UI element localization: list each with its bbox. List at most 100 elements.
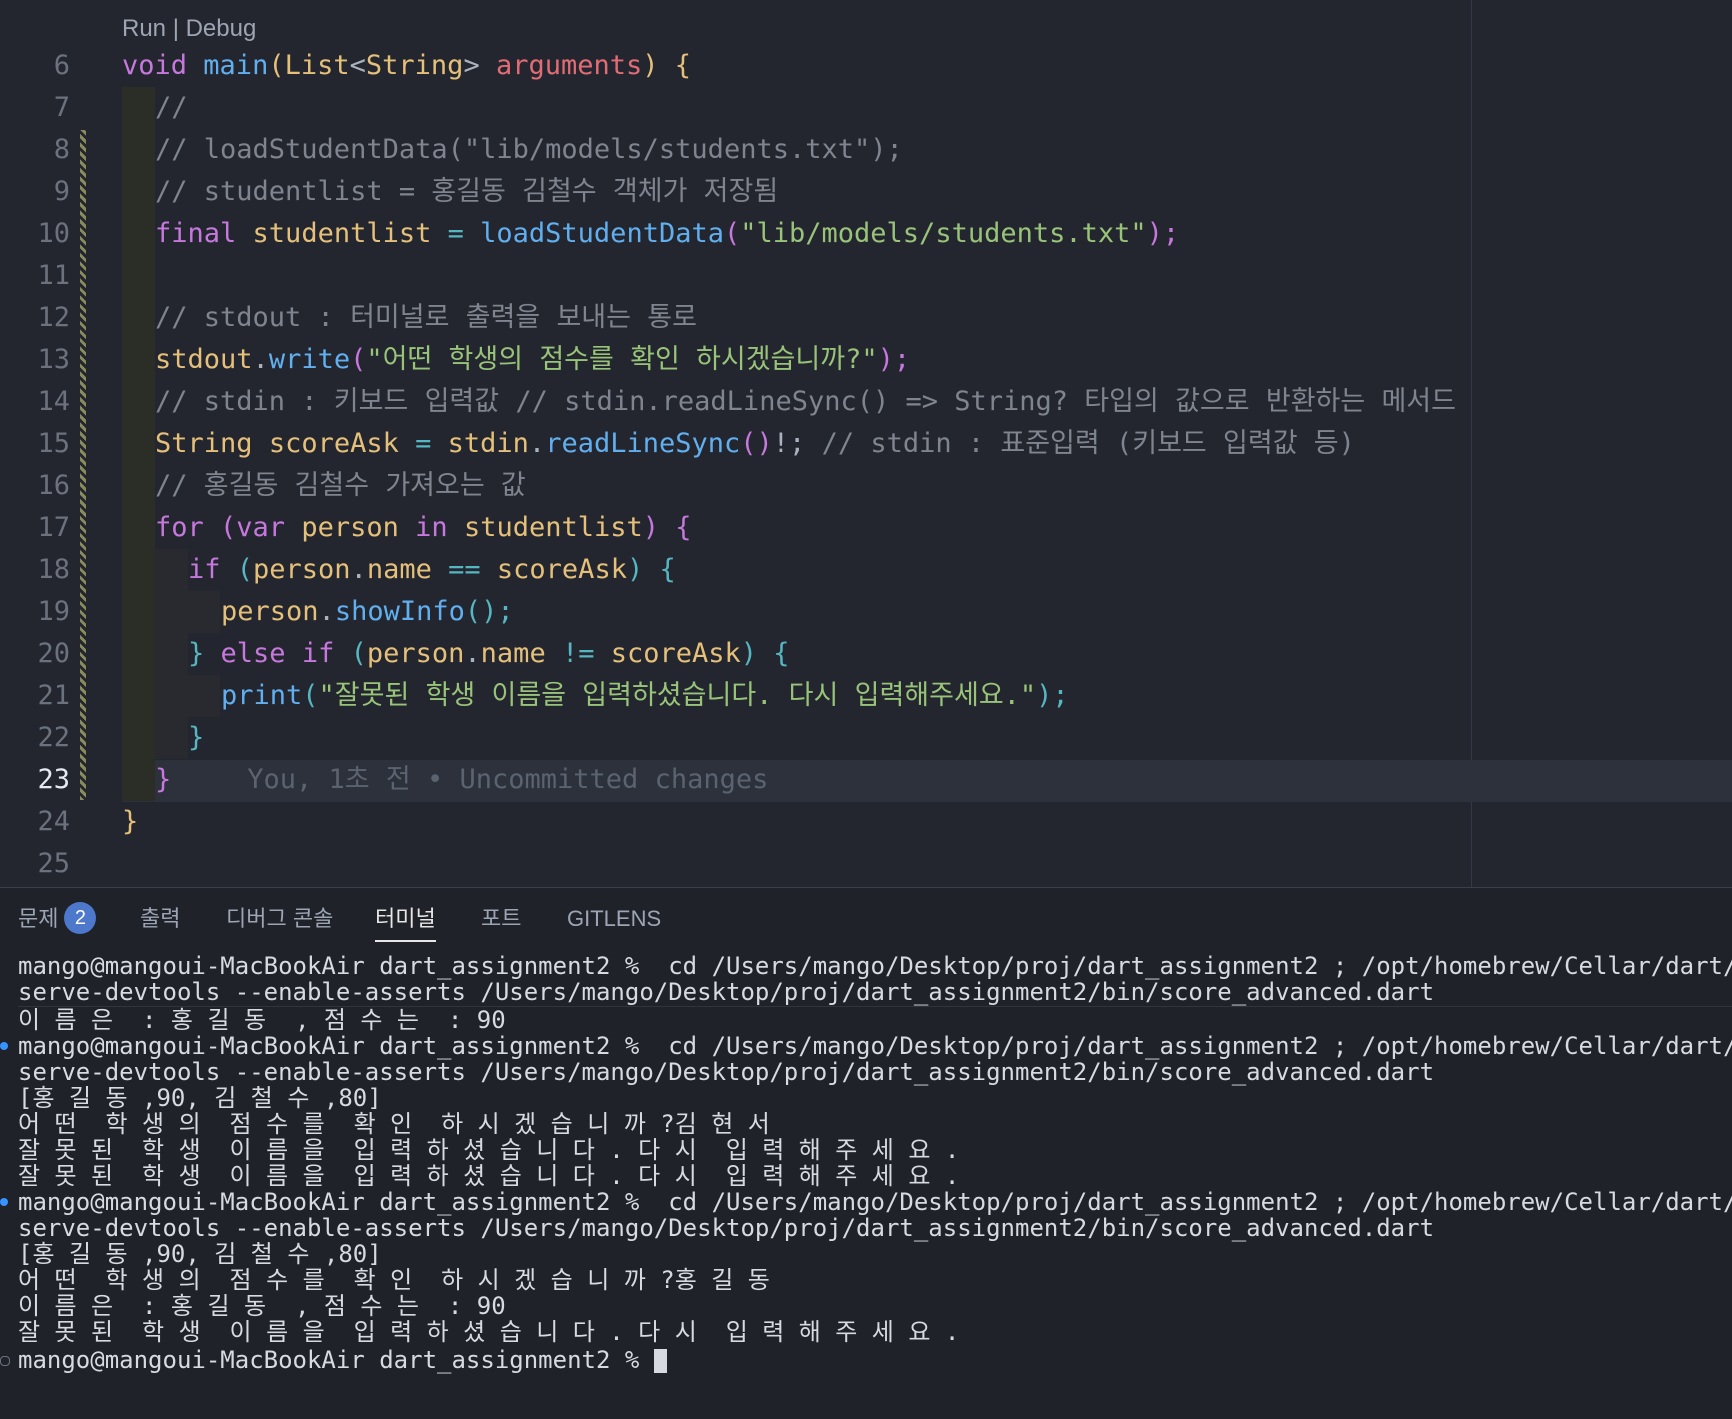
code-line[interactable]: 9 // studentlist = 홍길동 김철수 객체가 저장됨 xyxy=(0,171,1732,213)
code-token: readLineSync xyxy=(545,428,741,459)
code-token: (); xyxy=(464,596,514,627)
code-text: } else if (person.name != scoreAsk) { xyxy=(188,633,790,675)
terminal-text: mango@mangoui-MacBookAir dart_assignment… xyxy=(18,1032,1732,1060)
panel-tabs: 문제 2 출력 디버그 콘솔 터미널 포트 GITLENS xyxy=(0,888,1732,950)
code-line[interactable]: 11 xyxy=(0,255,1732,297)
tab-ports[interactable]: 포트 xyxy=(481,888,521,950)
code-text: // 홍길동 김철수 가져오는 값 xyxy=(155,465,526,507)
code-text: } xyxy=(188,717,204,759)
code-line[interactable]: 21 print("잘못된 학생 이름을 입력하셨습니다. 다시 입력해주세요."… xyxy=(0,675,1732,717)
tab-terminal[interactable]: 터미널 xyxy=(375,888,436,950)
terminal-output-line: serve-devtools --enable-asserts /Users/m… xyxy=(18,1058,1732,1086)
code-line[interactable]: 7 // xyxy=(0,87,1732,129)
terminal-text: serve-devtools --enable-asserts /Users/m… xyxy=(18,1058,1435,1086)
indent-guide xyxy=(122,759,155,801)
code-line[interactable]: 16 // 홍길동 김철수 가져오는 값 xyxy=(0,465,1732,507)
line-number: 20 xyxy=(37,638,70,669)
line-number: 16 xyxy=(37,470,70,501)
code-token: main xyxy=(203,50,269,81)
code-token: person xyxy=(221,596,319,627)
command-decoration-icon[interactable] xyxy=(0,1198,8,1206)
code-text: stdout.write("어떤 학생의 점수를 확인 하시겠습니까?"); xyxy=(155,339,910,381)
code-text: // studentlist = 홍길동 김철수 객체가 저장됨 xyxy=(155,171,778,213)
line-number: 24 xyxy=(37,806,70,837)
code-token: // loadStudentData("lib/models/students.… xyxy=(155,134,903,165)
code-text: } You, 1초 전 • Uncommitted changes xyxy=(155,759,768,801)
code-line[interactable]: 12 // stdout : 터미널로 출력을 보내는 통로 xyxy=(0,297,1732,339)
indent-guide xyxy=(122,507,155,549)
code-token: List xyxy=(284,50,350,81)
code-token: write xyxy=(268,344,351,375)
code-line[interactable]: 17 for (var person in studentlist) { xyxy=(0,507,1732,549)
terminal-text: [홍 길 동 ,90, 김 철 수 ,80] xyxy=(18,1084,382,1112)
code-line[interactable]: 23} You, 1초 전 • Uncommitted changes xyxy=(0,759,1732,801)
terminal-prompt-line: mango@mangoui-MacBookAir dart_assignment… xyxy=(18,1188,1732,1216)
code-token: "lib/models/students.txt" xyxy=(740,218,1147,249)
indent-guide xyxy=(122,87,155,129)
terminal-text: 잘 못 된 학 생 이 름 을 입 력 하 셨 습 니 다 . 다 시 입 력 … xyxy=(18,1162,960,1190)
line-number: 14 xyxy=(37,386,70,417)
terminal-text: mango@mangoui-MacBookAir dart_assignment… xyxy=(18,952,1732,980)
code-text: for (var person in studentlist) { xyxy=(155,507,692,549)
indent-guide xyxy=(154,717,188,759)
code-token: // stdin : 키보드 입력값 // stdin.readLineSync… xyxy=(155,386,1456,417)
code-token: < xyxy=(349,50,366,81)
code-line[interactable]: 14 // stdin : 키보드 입력값 // stdin.readLineSy… xyxy=(0,381,1732,423)
indent-guide xyxy=(122,381,155,423)
code-token: ); xyxy=(877,344,911,375)
terminal-text: [홍 길 동 ,90, 김 철 수 ,80] xyxy=(18,1240,382,1268)
command-decoration-icon[interactable] xyxy=(0,1356,10,1366)
terminal-text: 어 떤 학 생 의 점 수 를 확 인 하 시 겠 습 니 까 ?홍 길 동 xyxy=(18,1266,770,1294)
terminal-output[interactable]: mango@mangoui-MacBookAir dart_assignment… xyxy=(0,952,1732,1419)
code-token: { xyxy=(659,554,676,585)
code-line[interactable]: 10 final studentlist = loadStudentData("l… xyxy=(0,213,1732,255)
code-token: = xyxy=(398,428,448,459)
line-number: 10 xyxy=(37,218,70,249)
indent-guide xyxy=(122,213,155,255)
tab-problems[interactable]: 문제 2 xyxy=(18,888,97,950)
code-token: ( xyxy=(723,218,741,249)
tab-debug-console[interactable]: 디버그 콘솔 xyxy=(226,888,333,950)
bottom-panel: 문제 2 출력 디버그 콘솔 터미널 포트 GITLENS mango@mango… xyxy=(0,887,1732,1419)
code-token: . xyxy=(528,428,546,459)
code-line[interactable]: 15 String scoreAsk = stdin.readLineSync()… xyxy=(0,423,1732,465)
code-token: != xyxy=(545,638,611,669)
code-line[interactable]: 18 if (person.name == scoreAsk) { xyxy=(0,549,1732,591)
code-token: if xyxy=(301,638,335,669)
code-token: } xyxy=(188,638,205,669)
indent-guide xyxy=(154,675,188,717)
command-decoration-icon[interactable] xyxy=(0,1042,8,1050)
code-line[interactable]: 6 void main(List<String> arguments) { xyxy=(0,45,1732,87)
code-line[interactable]: 20 } else if (person.name != scoreAsk) { xyxy=(0,633,1732,675)
code-token: // studentlist = 홍길동 김철수 객체가 저장됨 xyxy=(155,176,779,207)
tab-gitlens[interactable]: GITLENS xyxy=(567,888,661,950)
code-line[interactable]: 19 person.showInfo(); xyxy=(0,591,1732,633)
code-text: if (person.name == scoreAsk) { xyxy=(188,549,676,591)
code-token: studentlist xyxy=(463,512,643,543)
indent-guide xyxy=(122,129,155,171)
tab-label: 문제 xyxy=(18,906,59,931)
terminal-text: mango@mangoui-MacBookAir dart_assignment… xyxy=(18,1188,1732,1216)
indent-guide xyxy=(122,297,155,339)
code-line[interactable]: 25 xyxy=(0,843,1732,885)
run-debug-codelens[interactable]: Run | Debug xyxy=(122,14,256,44)
terminal-output-line: serve-devtools --enable-asserts /Users/m… xyxy=(18,978,1732,1006)
code-editor[interactable]: Run | Debug 6 void main(List<String> argu… xyxy=(0,0,1732,887)
git-blame-annotation[interactable]: You, 1초 전 • Uncommitted changes xyxy=(247,764,768,795)
terminal-text: 잘 못 된 학 생 이 름 을 입 력 하 셨 습 니 다 . 다 시 입 력 … xyxy=(18,1136,960,1164)
code-token: ( xyxy=(203,512,237,543)
code-token: } xyxy=(122,806,139,837)
code-line[interactable]: 13 stdout.write("어떤 학생의 점수를 확인 하시겠습니까?"); xyxy=(0,339,1732,381)
line-number: 12 xyxy=(37,302,70,333)
code-line[interactable]: 22} xyxy=(0,717,1732,759)
code-line[interactable]: 24} xyxy=(0,801,1732,843)
indent-guide xyxy=(122,255,155,297)
code-line[interactable]: 8 // loadStudentData("lib/models/students… xyxy=(0,129,1732,171)
tab-output[interactable]: 출력 xyxy=(140,888,180,950)
line-number: 17 xyxy=(37,512,70,543)
indent-guide xyxy=(187,675,220,717)
code-token: () xyxy=(740,428,773,459)
